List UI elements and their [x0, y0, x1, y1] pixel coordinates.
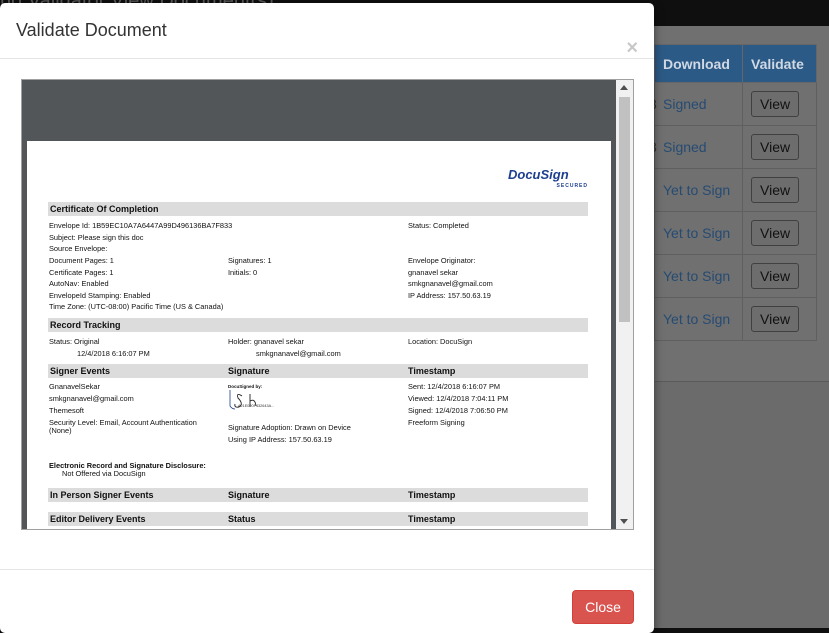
envelopeid-stamping: EnvelopeId Stamping: Enabled [49, 291, 151, 300]
close-icon[interactable]: × [626, 38, 638, 58]
download-status: Yet to Sign [654, 211, 743, 255]
record-date: 12/4/2018 6:16:07 PM [77, 349, 150, 358]
scroll-up-icon[interactable] [620, 85, 628, 90]
envelope-id: Envelope Id: 1B59EC10A7A6447A99D496136BA… [49, 221, 233, 230]
originator-name: gnanavel sekar [408, 268, 459, 277]
modal-footer: Close [0, 569, 654, 633]
download-status: Yet to Sign [654, 168, 743, 212]
time-zone: Time Zone: (UTC-08:00) Pacific Time (US … [49, 302, 224, 311]
table-row: Yet to Sign View [654, 211, 817, 255]
download-link[interactable]: Signed [654, 125, 743, 169]
document-pages: Document Pages: 1 [49, 256, 114, 265]
certificate-heading: Certificate Of Completion [48, 202, 588, 216]
security-none: (None) [49, 426, 72, 435]
record-holder: Holder: gnanavel sekar [228, 337, 305, 346]
view-button[interactable]: View [751, 134, 800, 160]
autonav: AutoNav: Enabled [49, 279, 109, 288]
sent-timestamp: Sent: 12/4/2018 6:16:07 PM [408, 382, 501, 391]
scroll-thumb[interactable] [619, 97, 630, 322]
envelope-originator: Envelope Originator: [408, 256, 476, 265]
validate-document-modal: Validate Document × DocuSign SECURED Cer… [0, 3, 654, 633]
documents-table: Download Validate Signed View Signed Vie… [654, 44, 817, 341]
viewer-scrollbar[interactable] [616, 80, 633, 529]
ip-address: IP Address: 157.50.63.19 [408, 291, 491, 300]
signature-id: A21E020F432643A... [238, 404, 275, 408]
download-status: Yet to Sign [654, 254, 743, 298]
signer-name: GnanavelSekar [49, 382, 100, 391]
source-envelope: Source Envelope: [49, 244, 108, 253]
signer-company: Themesoft [49, 406, 84, 415]
document-viewer[interactable]: DocuSign SECURED Certificate Of Completi… [21, 79, 634, 530]
view-button[interactable]: View [751, 306, 800, 332]
originator-email: smkgnanavel@gmail.com [408, 279, 493, 288]
table-row: Signed View [654, 125, 817, 169]
view-button[interactable]: View [751, 91, 800, 117]
disclosure-value: Not Offered via DocuSign [62, 469, 146, 478]
subject: Subject: Please sign this doc [49, 233, 144, 242]
divider [655, 381, 829, 382]
table-row: Yet to Sign View [654, 297, 817, 341]
using-ip-address: Using IP Address: 157.50.63.19 [228, 435, 332, 444]
download-status: Yet to Sign [654, 297, 743, 341]
secured-label: SECURED [556, 183, 588, 189]
freeform-signing: Freeform Signing [408, 418, 465, 427]
modal-title: Validate Document [16, 20, 167, 40]
certificate-pages: Certificate Pages: 1 [49, 268, 114, 277]
document-page: DocuSign SECURED Certificate Of Completi… [27, 141, 611, 529]
record-tracking-heading: Record Tracking [48, 318, 588, 332]
envelope-status: Status: Completed [408, 221, 469, 230]
signer-events-heading: Signer Events Signature Timestamp [48, 364, 588, 378]
table-row: Yet to Sign View [654, 254, 817, 298]
viewed-timestamp: Viewed: 12/4/2018 7:04:11 PM [408, 394, 509, 403]
signatures-count: Signatures: 1 [228, 256, 272, 265]
view-button[interactable]: View [751, 220, 800, 246]
editor-delivery-heading: Editor Delivery Events Status Timestamp [48, 512, 588, 526]
table-row: Signed View [654, 82, 817, 126]
modal-header: Validate Document × [0, 3, 654, 59]
validate-column-header: Validate [742, 44, 817, 83]
in-person-heading: In Person Signer Events Signature Timest… [48, 488, 588, 502]
download-link[interactable]: Signed [654, 82, 743, 126]
docusign-logo: DocuSign SECURED [508, 167, 588, 189]
table-row: Yet to Sign View [654, 168, 817, 212]
close-button[interactable]: Close [572, 590, 634, 624]
view-button[interactable]: View [751, 263, 800, 289]
record-status: Status: Original [49, 337, 100, 346]
download-column-header: Download [654, 44, 743, 83]
signer-email: smkgnanavel@gmail.com [49, 394, 134, 403]
initials-count: Initials: 0 [228, 268, 258, 277]
signature-stamp: DocuSigned by: A21E020F432643A... [228, 384, 282, 410]
signature-adoption: Signature Adoption: Drawn on Device [228, 423, 351, 432]
signed-timestamp: Signed: 12/4/2018 7:06:50 PM [408, 406, 508, 415]
scroll-down-icon[interactable] [620, 519, 628, 524]
view-button[interactable]: View [751, 177, 800, 203]
record-location: Location: DocuSign [408, 337, 473, 346]
record-holder-email: smkgnanavel@gmail.com [256, 349, 341, 358]
